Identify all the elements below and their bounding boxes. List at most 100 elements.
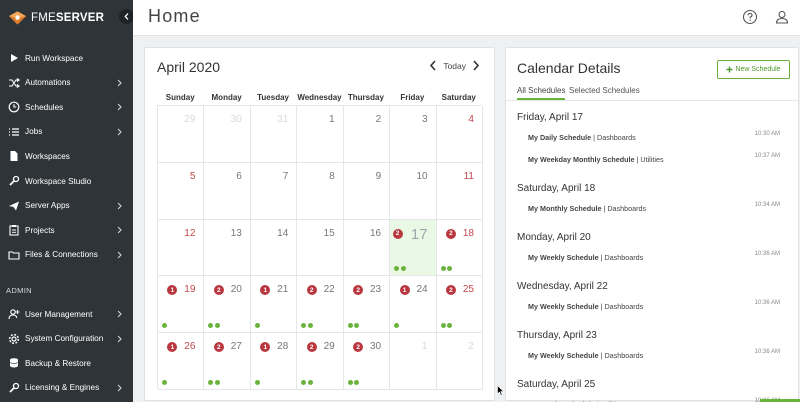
calendar-day[interactable]: 2 [436, 333, 483, 390]
calendar-day[interactable]: 30 2 [343, 333, 391, 390]
new-schedule-label: New Schedule [735, 66, 781, 73]
schedule-dot [440, 266, 446, 272]
calendar-day[interactable]: 4 [436, 106, 483, 163]
sidebar-item-server-apps[interactable]: Server Apps [0, 196, 133, 216]
next-month-icon[interactable] [472, 60, 480, 71]
calendar-day[interactable]: 24 1 [390, 276, 437, 334]
calendar-day[interactable]: 28 1 [250, 333, 298, 390]
schedule-dots [347, 323, 360, 329]
tab-selected-schedules[interactable]: Selected Schedules [569, 86, 640, 98]
schedule-count-badge: 2 [445, 228, 456, 239]
folder-icon [3, 249, 25, 261]
calendar-day[interactable]: 1 [390, 333, 437, 390]
day-number: 29 [184, 114, 196, 125]
schedule-item[interactable]: My Weekday Monthly Schedule | Utilities 1… [528, 153, 780, 164]
schedule-item[interactable]: My Weekly Schedule | Dashboards 10:36 AM [528, 349, 780, 360]
calendar-day[interactable]: 10 [390, 162, 437, 220]
day-number: 28 [277, 341, 289, 353]
day-number: 17 [410, 225, 428, 243]
schedule-item[interactable]: My Monthly Schedule | Dashboards 10:34 AM [528, 202, 780, 213]
calendar-day[interactable]: 9 [343, 162, 391, 220]
calendar-day[interactable]: 21 1 [250, 276, 298, 334]
calendar-day[interactable]: 29 [158, 106, 205, 163]
sidebar-item-workspace-studio[interactable]: Workspace Studio [0, 171, 133, 191]
calendar-day[interactable]: 31 [250, 106, 298, 163]
schedule-dot [394, 323, 400, 329]
weekday-label: Tuesday [257, 93, 289, 102]
schedule-dot [347, 323, 353, 329]
schedule-dot [254, 323, 260, 329]
today-button[interactable]: Today [443, 61, 466, 71]
prev-month-icon[interactable] [429, 60, 437, 71]
schedule-dot [447, 266, 453, 272]
calendar-day[interactable]: 8 [297, 162, 344, 220]
calendar-day[interactable]: 18 2 [436, 219, 483, 277]
calendar-day[interactable]: 19 1 [158, 276, 205, 334]
calendar-day-today[interactable]: 17 2 [390, 219, 437, 277]
chevron-right-icon [115, 310, 123, 318]
sidebar-collapse-button[interactable] [119, 9, 133, 24]
calendar-day[interactable]: 20 2 [204, 276, 251, 334]
calendar-day[interactable]: 26 1 [158, 333, 205, 390]
calendar-day[interactable]: 22 2 [297, 276, 344, 334]
calendar-day[interactable]: 23 2 [343, 276, 391, 334]
sidebar-item-run-workspace[interactable]: Run Workspace [0, 48, 133, 68]
new-schedule-button[interactable]: New Schedule [717, 60, 790, 79]
sidebar-item-label: User Management [25, 309, 93, 319]
sidebar-item-user-management[interactable]: User Management [0, 304, 133, 324]
calendar-day[interactable]: 5 [158, 162, 205, 220]
schedule-dot [162, 323, 167, 329]
plus-icon [726, 66, 733, 73]
chevron-right-icon [115, 128, 123, 136]
brand[interactable]: FMESERVER [0, 0, 133, 36]
calendar-day[interactable]: 3 [390, 106, 437, 163]
schedule-category: Dashboards [604, 253, 644, 262]
tab-all-schedules[interactable]: All Schedules [517, 86, 566, 100]
sidebar-item-automations[interactable]: Automations [0, 73, 133, 93]
sidebar-item-workspaces[interactable]: Workspaces [0, 146, 133, 166]
weekday-label: Sunday [165, 93, 195, 102]
schedule-item[interactable]: My Weekly Schedule | Dashboards 10:36 AM [528, 251, 780, 262]
schedule-date-heading: Saturday, April 18 [517, 183, 596, 194]
calendar-day[interactable]: 15 [297, 219, 344, 277]
calendar-day[interactable]: 27 2 [204, 333, 251, 390]
calendar-day[interactable]: 1 [297, 106, 344, 163]
day-number: 22 [323, 284, 335, 296]
sidebar-item-backup-restore[interactable]: Backup & Restore [0, 353, 133, 373]
calendar-day[interactable]: 13 [204, 219, 251, 277]
calendar-day[interactable]: 6 [204, 162, 251, 220]
schedule-count-badge: 1 [260, 342, 271, 353]
schedule-dots [162, 379, 167, 385]
schedule-count-badge: 1 [399, 285, 410, 296]
calendar-day[interactable]: 14 [250, 219, 298, 277]
sidebar: FMESERVER Run Workspace Automations Schedu… [0, 0, 133, 402]
schedule-item[interactable]: My Weekly Schedule | Dashboards 10:36 AM [528, 300, 780, 311]
sidebar-item-schedules[interactable]: Schedules [0, 97, 133, 117]
schedule-time: 10:37 AM [754, 153, 780, 159]
schedule-dot [354, 323, 360, 329]
calendar-day[interactable]: 7 [250, 162, 298, 220]
sidebar-item-files-connections[interactable]: Files & Connections [0, 245, 133, 265]
calendar-day[interactable]: 12 [158, 219, 205, 277]
schedule-dot [214, 379, 220, 385]
chevron-right-icon [115, 226, 123, 234]
chevron-right-icon [115, 79, 123, 87]
sidebar-item-label: Automations [25, 78, 71, 88]
sidebar-item-projects[interactable]: Projects [0, 220, 133, 240]
schedule-count-badge: 2 [213, 342, 224, 353]
schedule-dots [301, 379, 313, 385]
calendar-day[interactable]: 2 [343, 106, 391, 163]
calendar-day[interactable]: 30 [204, 106, 251, 163]
calendar-day[interactable]: 16 [343, 219, 391, 277]
sidebar-item-jobs[interactable]: Jobs [0, 122, 133, 142]
schedule-item[interactable]: My Daily Schedule | Dashboards 10:30 AM [528, 131, 780, 142]
schedule-dot [307, 379, 313, 385]
sidebar-item-label: Workspaces [25, 151, 70, 161]
calendar-day[interactable]: 29 2 [297, 333, 344, 390]
calendar-day[interactable]: 11 [436, 162, 483, 220]
calendar-day[interactable]: 25 2 [436, 276, 483, 334]
sidebar-item-licensing-engines[interactable]: Licensing & Engines [0, 378, 133, 398]
help-icon[interactable] [742, 9, 758, 25]
user-icon[interactable] [774, 9, 790, 25]
sidebar-item-system-configuration[interactable]: System Configuration [0, 329, 133, 349]
